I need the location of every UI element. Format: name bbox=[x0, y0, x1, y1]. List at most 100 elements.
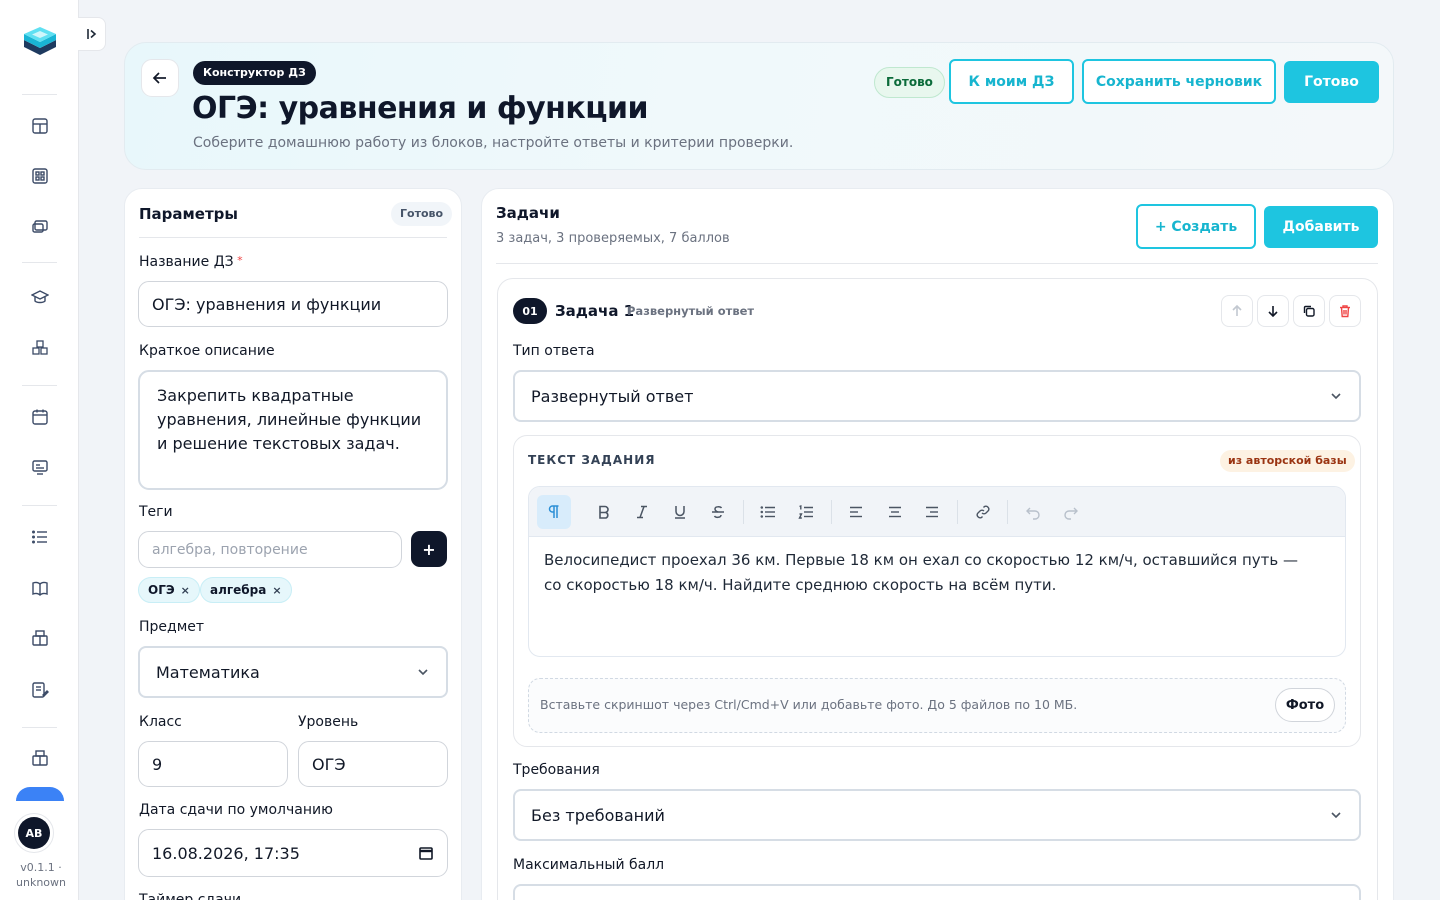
tags-input[interactable]: алгебра, повторение bbox=[138, 531, 402, 568]
move-down-button[interactable] bbox=[1257, 295, 1289, 327]
tasks-summary: 3 задач, 3 проверяемых, 7 баллов bbox=[496, 231, 730, 246]
move-up-button[interactable] bbox=[1221, 295, 1253, 327]
grid-icon[interactable] bbox=[30, 166, 50, 186]
subject-label: Предмет bbox=[139, 619, 205, 635]
bullet-list-icon[interactable] bbox=[751, 495, 785, 529]
link-icon[interactable] bbox=[966, 495, 1000, 529]
toolbar-separator bbox=[957, 500, 958, 524]
subject-select[interactable]: Математика bbox=[138, 646, 448, 698]
arrow-down-icon bbox=[1268, 306, 1278, 318]
sidebar-active-indicator bbox=[16, 787, 64, 801]
list-icon[interactable] bbox=[30, 527, 50, 547]
due-date-input[interactable]: 16.08.2026, 17:35 bbox=[138, 829, 448, 877]
bold-icon[interactable] bbox=[587, 495, 621, 529]
paragraph-icon[interactable] bbox=[537, 495, 571, 529]
toolbar-separator bbox=[831, 500, 832, 524]
chevron-down-icon bbox=[1331, 393, 1341, 400]
monitor-chat-icon[interactable] bbox=[30, 217, 50, 237]
my-homeworks-button[interactable]: К моим ДЗ bbox=[949, 59, 1074, 104]
sidebar-divider bbox=[22, 727, 57, 728]
source-badge: из авторской базы bbox=[1220, 450, 1355, 472]
max-score-input[interactable] bbox=[513, 884, 1361, 900]
level-input[interactable]: ОГЭ bbox=[298, 741, 448, 787]
level-label: Уровень bbox=[298, 714, 359, 730]
delete-button[interactable] bbox=[1329, 295, 1361, 327]
graduation-cap-icon[interactable] bbox=[30, 287, 50, 307]
tag-chip[interactable]: алгебра × bbox=[200, 577, 292, 603]
app-logo-icon[interactable] bbox=[22, 26, 58, 62]
package-alt-icon[interactable] bbox=[30, 748, 50, 768]
add-tag-button[interactable]: + bbox=[411, 531, 447, 567]
status-badge: Готово bbox=[874, 67, 945, 98]
sidebar-divider bbox=[22, 262, 57, 263]
requirements-label: Требования bbox=[513, 762, 600, 778]
arrow-left-icon bbox=[152, 72, 166, 84]
class-label: Класс bbox=[139, 714, 182, 730]
chevron-down-icon bbox=[1331, 812, 1341, 819]
name-input[interactable]: ОГЭ: уравнения и функции bbox=[138, 281, 448, 327]
align-right-icon[interactable] bbox=[915, 495, 949, 529]
name-label: Название ДЗ * bbox=[139, 254, 243, 270]
sidebar-collapse-button[interactable] bbox=[78, 17, 106, 51]
divider bbox=[496, 263, 1378, 264]
attachment-dropzone[interactable]: Вставьте скриншот через Ctrl/Cmd+V или д… bbox=[528, 678, 1346, 733]
class-input[interactable]: 9 bbox=[138, 741, 288, 787]
sidebar: AB v0.1.1 · unknown bbox=[0, 0, 79, 900]
redo-icon[interactable] bbox=[1054, 495, 1088, 529]
duplicate-button[interactable] bbox=[1293, 295, 1325, 327]
breadcrumb: Конструктор ДЗ bbox=[193, 61, 316, 85]
page-subtitle: Соберите домашнюю работу из блоков, наст… bbox=[193, 135, 794, 151]
collapse-arrow-icon bbox=[86, 29, 96, 39]
sidebar-divider bbox=[22, 505, 57, 506]
divider bbox=[139, 237, 447, 238]
params-status-badge: Готово bbox=[391, 202, 453, 226]
tags-label: Теги bbox=[139, 504, 173, 520]
sidebar-divider bbox=[22, 385, 57, 386]
calendar-icon[interactable] bbox=[30, 407, 50, 427]
description-textarea[interactable]: Закрепить квадратные уравнения, линейные… bbox=[138, 370, 448, 490]
timer-label: Таймер сдачи bbox=[139, 892, 242, 900]
add-photo-button[interactable]: Фото bbox=[1275, 688, 1335, 722]
page-title: ОГЭ: уравнения и функции bbox=[192, 91, 649, 126]
task-title: Задача 1 bbox=[555, 302, 635, 320]
tasks-title: Задачи bbox=[496, 204, 560, 222]
max-score-label: Максимальный балл bbox=[513, 857, 665, 873]
create-task-button[interactable]: + Создать bbox=[1136, 204, 1256, 249]
trash-icon bbox=[1340, 305, 1350, 318]
align-center-icon[interactable] bbox=[878, 495, 912, 529]
strikethrough-icon[interactable] bbox=[701, 495, 735, 529]
dashboard-icon[interactable] bbox=[30, 116, 50, 136]
abc-blocks-icon[interactable] bbox=[30, 338, 50, 358]
book-icon[interactable] bbox=[30, 578, 50, 598]
back-button[interactable] bbox=[141, 59, 179, 97]
answer-type-select[interactable]: Развернутый ответ bbox=[513, 370, 1361, 422]
rich-text-editor[interactable]: Велосипедист проехал 36 км. Первые 18 км… bbox=[528, 486, 1346, 657]
align-left-icon[interactable] bbox=[839, 495, 873, 529]
numbered-list-icon[interactable] bbox=[789, 495, 823, 529]
remove-tag-icon[interactable]: × bbox=[272, 584, 281, 597]
tag-chip[interactable]: ОГЭ × bbox=[138, 577, 200, 603]
sidebar-divider bbox=[22, 94, 57, 95]
package-icon[interactable] bbox=[30, 628, 50, 648]
save-draft-button[interactable]: Сохранить черновик bbox=[1082, 59, 1276, 104]
copy-icon bbox=[1303, 305, 1315, 317]
avatar[interactable]: AB bbox=[14, 813, 54, 853]
editor-toolbar bbox=[529, 487, 1345, 537]
screen-stats-icon[interactable] bbox=[30, 457, 50, 477]
app-version: v0.1.1 · unknown bbox=[16, 861, 66, 889]
toolbar-separator bbox=[1007, 500, 1008, 524]
underline-icon[interactable] bbox=[663, 495, 697, 529]
requirements-select[interactable]: Без требований bbox=[513, 789, 1361, 841]
page-header: Конструктор ДЗ ОГЭ: уравнения и функции … bbox=[124, 42, 1394, 170]
italic-icon[interactable] bbox=[625, 495, 659, 529]
chevron-down-icon bbox=[418, 669, 428, 676]
toolbar-separator bbox=[743, 500, 744, 524]
task-type-hint: Развернутый ответ bbox=[627, 304, 755, 318]
task-text-content[interactable]: Велосипедист проехал 36 км. Первые 18 км… bbox=[544, 548, 1304, 598]
done-button[interactable]: Готово bbox=[1284, 61, 1379, 103]
edit-doc-icon[interactable] bbox=[30, 680, 50, 700]
remove-tag-icon[interactable]: × bbox=[181, 584, 190, 597]
add-task-button[interactable]: Добавить bbox=[1264, 206, 1378, 248]
due-date-label: Дата сдачи по умолчанию bbox=[139, 802, 333, 818]
undo-icon[interactable] bbox=[1016, 495, 1050, 529]
